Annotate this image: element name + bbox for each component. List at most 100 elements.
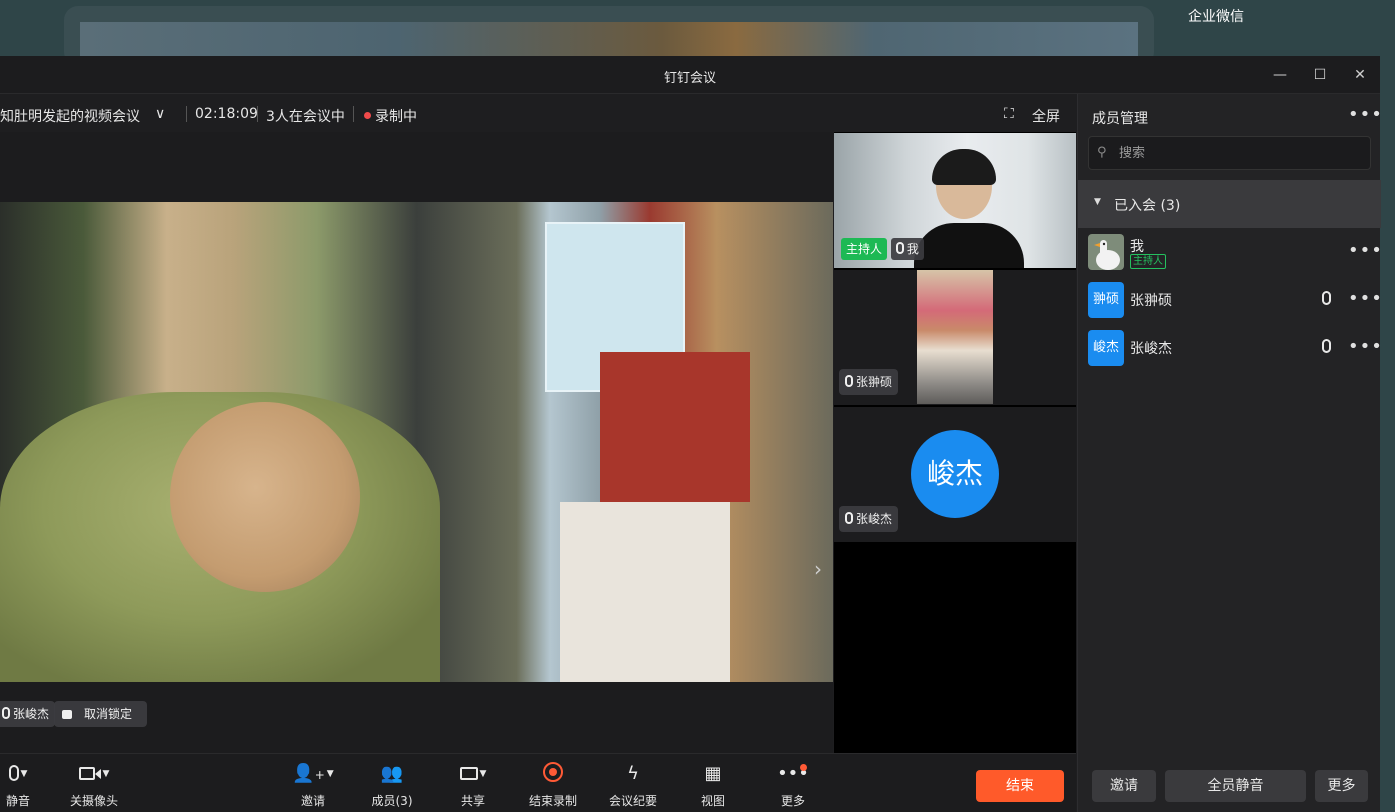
avatar: 峻杰 [1088, 330, 1124, 366]
host-badge: 主持人 [841, 238, 888, 260]
maximize-icon[interactable]: ☐ [1310, 65, 1330, 85]
fullscreen-icon[interactable]: ⛶ [1004, 106, 1014, 122]
meeting-duration: 02:18:09 [195, 106, 258, 122]
self-video-hair [932, 149, 996, 185]
more-icon: ••• [777, 763, 809, 784]
invite-button[interactable]: 👤+ ▼ 邀请 [278, 762, 348, 809]
video-content-calendar [600, 352, 750, 502]
fullscreen-button[interactable]: 全屏 [1032, 106, 1060, 126]
self-video-body [914, 223, 1024, 268]
thumbnail-zhang-junjie[interactable]: 峻杰 张峻杰 [834, 407, 1076, 542]
notification-dot-icon [800, 764, 807, 771]
next-page-icon[interactable]: › [814, 557, 822, 581]
chevron-down-icon[interactable]: ∨ [155, 106, 165, 122]
member-row[interactable]: 翀硕 张翀硕 ••• [1078, 276, 1383, 324]
participant-name-tag: 张翀硕 [839, 369, 899, 395]
desktop-app-label[interactable]: 企业微信 [1188, 6, 1244, 26]
unlock-label: 取消锁定 [84, 707, 133, 721]
members-button[interactable]: 👥 成员(3) [357, 762, 427, 809]
participants-status: 3人在会议中 [266, 109, 345, 125]
main-video[interactable]: › [0, 202, 833, 682]
divider [186, 106, 187, 122]
more-icon[interactable]: ••• [1348, 240, 1383, 261]
meeting-name[interactable]: 知肚明发起的视频会议 [0, 106, 140, 126]
minutes-button[interactable]: ϟ 会议纪要 [598, 762, 668, 809]
divider [257, 106, 258, 122]
stop-recording-button[interactable]: 结束录制 [518, 762, 588, 809]
more-button[interactable]: 更多 [1315, 770, 1368, 802]
more-button[interactable]: ••• 更多 [758, 762, 828, 809]
add-user-icon: 👤+ ▼ [292, 763, 334, 784]
recording-status: 录制中 [364, 106, 417, 126]
meeting-window: 钉钉会议 — ☐ ✕ 知肚明发起的视频会议 ∨ 02:18:09 3人在会议中 … [0, 56, 1383, 812]
caret-down-icon: ▼ [1094, 197, 1101, 207]
self-thumb-label: 主持人 我 [841, 236, 924, 262]
more-icon[interactable]: ••• [1348, 104, 1383, 125]
minimize-icon[interactable]: — [1270, 65, 1290, 85]
invite-button[interactable]: 邀请 [1092, 770, 1156, 802]
group-label: 已入会 (3) [1114, 198, 1181, 214]
camera-button[interactable]: ▼ 关摄像头 [59, 762, 129, 809]
joined-group-header[interactable]: ▼ 已入会 (3) [1078, 180, 1381, 228]
members-label: 成员(3) [371, 794, 413, 808]
video-content-person [0, 392, 440, 682]
mic-icon[interactable] [1322, 339, 1331, 353]
unlock-button[interactable]: 取消锁定 [54, 701, 147, 727]
self-name: 我 [906, 242, 919, 256]
share-button[interactable]: ▼ 共享 [438, 762, 508, 809]
meeting-info-bar: 知肚明发起的视频会议 ∨ 02:18:09 3人在会议中 录制中 ⛶ 全屏 [0, 94, 1076, 132]
participant-video [917, 270, 993, 404]
speaker-name: 张峻杰 [13, 707, 50, 721]
search-input[interactable] [1119, 137, 1359, 169]
panel-title: 成员管理 [1092, 111, 1148, 127]
end-meeting-button[interactable]: 结束 [976, 770, 1064, 802]
mute-label: 静音 [5, 794, 30, 808]
mute-button[interactable]: ▼ 静音 [0, 762, 53, 809]
more-icon[interactable]: ••• [1348, 288, 1383, 309]
search-icon: ⚲ [1097, 145, 1107, 160]
view-button[interactable]: ▦ 视图 [678, 762, 748, 809]
recording-label: 录制中 [375, 109, 417, 125]
mic-icon: ▼ [0, 762, 53, 786]
mic-icon [845, 375, 853, 387]
avatar: 翀硕 [1088, 282, 1124, 318]
invite-label: 邀请 [300, 794, 325, 808]
mic-icon [895, 242, 904, 254]
thumbnail-self[interactable]: 主持人 我 [834, 133, 1076, 268]
grid-icon: ▦ [704, 763, 722, 784]
member-search[interactable]: ⚲ [1088, 136, 1371, 170]
share-label: 共享 [460, 794, 485, 808]
main-stage: › 张峻杰 取消锁定 [0, 132, 833, 753]
recording-dot-icon [364, 112, 371, 119]
participant-name: 张峻杰 [856, 512, 893, 526]
record-icon [518, 762, 588, 786]
thumbnail-zhang-chishuo[interactable]: 张翀硕 [834, 270, 1076, 405]
member-row[interactable]: 峻杰 张峻杰 ••• [1078, 324, 1383, 372]
stop-recording-label: 结束录制 [528, 794, 577, 808]
more-icon[interactable]: ••• [1348, 336, 1383, 357]
mic-icon [845, 512, 853, 524]
member-row-self[interactable]: 我 主持人 ••• [1078, 228, 1383, 276]
member-name: 张翀硕 [1130, 293, 1172, 309]
mute-all-button[interactable]: 全员静音 [1165, 770, 1306, 802]
goose-avatar-icon [1094, 240, 1120, 270]
self-name-tag: 我 [890, 238, 924, 260]
host-tag: 主持人 [1130, 254, 1166, 269]
member-name: 张峻杰 [1130, 341, 1172, 357]
mic-icon[interactable] [1322, 291, 1331, 305]
bottom-toolbar: ▼ 静音 ▼ 关摄像头 👤+ ▼ 邀请 👥 成员(3) ▼ 共享 结束录制 ϟ 会… [0, 753, 1076, 812]
lightning-icon: ϟ [627, 763, 639, 784]
lock-icon [62, 710, 72, 719]
video-content-paper [560, 502, 730, 682]
view-label: 视图 [700, 794, 725, 808]
member-name: 我 [1130, 239, 1144, 255]
main-speaker-label: 张峻杰 [0, 701, 56, 727]
video-content-head [170, 402, 360, 592]
share-screen-icon: ▼ [438, 762, 508, 786]
thumbnail-column: 主持人 我 张翀硕 峻杰 张峻杰 [834, 132, 1076, 753]
title-bar: 钉钉会议 — ☐ ✕ [0, 56, 1380, 94]
close-icon[interactable]: ✕ [1350, 65, 1370, 85]
camera-label: 关摄像头 [69, 794, 118, 808]
avatar [1088, 234, 1124, 270]
self-video-person [914, 149, 1024, 268]
